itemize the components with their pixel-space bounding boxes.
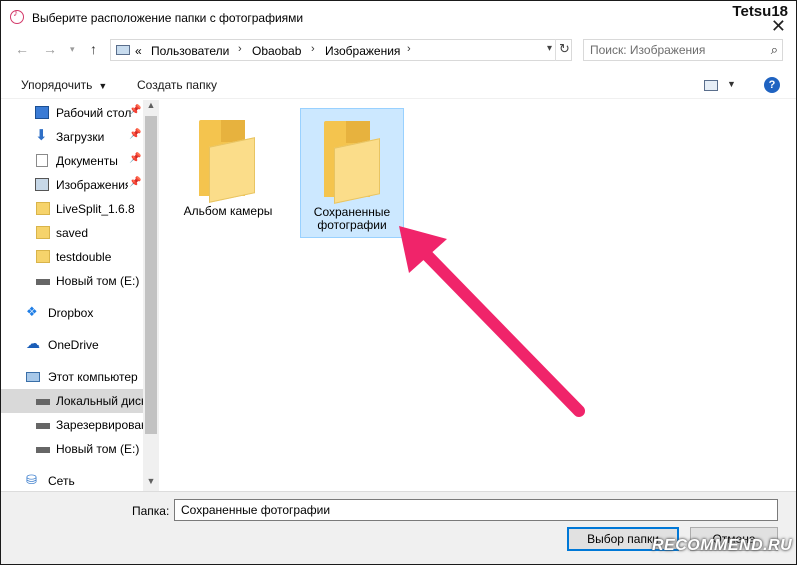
sidebar-item-label: saved (56, 226, 89, 240)
sidebar-item-label: Новый том (E:) (56, 442, 140, 456)
scroll-up-icon[interactable]: ▲ (143, 100, 159, 114)
drive-icon (36, 447, 50, 453)
organize-button[interactable]: Упорядочить ▼ (21, 78, 107, 92)
sidebar-item-desktop[interactable]: Рабочий стол 📌 (1, 101, 143, 125)
drive-icon (36, 279, 50, 285)
pictures-icon (35, 178, 49, 191)
sidebar-item-onedrive[interactable]: ☁ OneDrive (1, 333, 143, 357)
pin-icon: 📌 (129, 129, 142, 140)
sidebar-item-label: Зарезервировано (56, 418, 143, 432)
drive-icon (36, 399, 50, 405)
sidebar-item-livesplit[interactable]: LiveSplit_1.6.8 (1, 197, 143, 221)
scrollbar-thumb[interactable] (145, 116, 157, 434)
computer-icon (26, 372, 40, 382)
sidebar-item-label: testdouble (56, 250, 112, 264)
sidebar-item-label: Этот компьютер (48, 370, 138, 384)
search-box[interactable]: ⌕ (583, 39, 783, 61)
up-arrow-icon[interactable]: ↑ (90, 41, 97, 57)
folder-icon (36, 202, 50, 215)
network-icon: ⛁ (26, 472, 37, 487)
chevron-right-icon[interactable]: › (407, 43, 411, 55)
sidebar-item-label: Сеть (48, 474, 75, 488)
forward-arrow-icon[interactable]: → (43, 41, 57, 57)
window-title: Выберите расположение папки с фотография… (32, 11, 304, 25)
back-arrow-icon[interactable]: ← (15, 41, 29, 57)
sidebar-item-label: OneDrive (48, 338, 99, 352)
sidebar-item-network[interactable]: ⛁ Сеть (1, 469, 143, 493)
sidebar-item-pictures[interactable]: Изображения 📌 (1, 173, 143, 197)
chevron-right-icon[interactable]: › (311, 43, 315, 55)
navigation-pane: Рабочий стол 📌 ⬇ Загрузки 📌 Документы 📌 … (1, 100, 159, 491)
sidebar-item-volume-e-2[interactable]: Новый том (E:) (1, 437, 143, 461)
documents-icon (36, 154, 48, 167)
folder-item-label: Сохраненные фотографии (313, 205, 391, 232)
folder-icon (324, 121, 380, 204)
sidebar-item-label: Dropbox (48, 306, 94, 320)
sidebar-item-reserved[interactable]: Зарезервировано (1, 413, 143, 437)
folder-icon (36, 250, 50, 263)
address-row: ← → ▾ ↑ « Пользователи › Obaobab › Изобр… (1, 37, 796, 65)
sidebar-item-label: Рабочий стол (56, 106, 132, 120)
help-icon[interactable]: ? (764, 77, 780, 93)
pin-icon: 📌 (129, 153, 142, 164)
folder-picker-dialog: Выберите расположение папки с фотография… (0, 0, 797, 565)
sidebar-item-label: Локальный диск (56, 394, 143, 408)
chevron-down-icon[interactable]: ▾ (547, 43, 552, 54)
download-icon: ⬇ (35, 127, 48, 144)
computer-icon (116, 45, 130, 55)
command-bar: Упорядочить ▼ Создать папку ▼ ? (1, 71, 796, 99)
sidebar-item-testdouble[interactable]: testdouble (1, 245, 143, 269)
view-options-icon[interactable] (704, 80, 718, 91)
chevron-right-icon[interactable]: › (238, 43, 242, 55)
onedrive-icon: ☁ (26, 335, 40, 351)
sidebar-item-label: Загрузки (56, 130, 105, 144)
drive-icon (36, 423, 50, 429)
breadcrumb-pictures[interactable]: Изображения (325, 44, 400, 58)
sidebar-item-this-pc[interactable]: Этот компьютер (1, 365, 143, 389)
sidebar-scrollbar[interactable]: ▲ ▼ (143, 100, 159, 491)
search-icon[interactable]: ⌕ (771, 42, 778, 58)
recent-dropdown-icon[interactable]: ▾ (70, 44, 75, 55)
sidebar-item-label: LiveSplit_1.6.8 (56, 202, 135, 216)
breadcrumb-obaobab[interactable]: Obaobab (252, 44, 301, 58)
breadcrumb-users[interactable]: Пользователи (151, 44, 229, 58)
refresh-icon[interactable]: ↻ (555, 39, 573, 61)
recommend-watermark: RECOMMEND.RU (652, 537, 793, 554)
search-input[interactable] (590, 43, 760, 57)
title-bar: Выберите расположение папки с фотография… (1, 1, 796, 35)
folder-item-saved-pictures[interactable]: Сохраненные фотографии (300, 108, 404, 238)
sidebar-item-local-disk[interactable]: Локальный диск (1, 389, 143, 413)
folder-name-input[interactable] (174, 499, 778, 521)
folder-icon (199, 120, 255, 203)
pin-icon: 📌 (129, 105, 142, 116)
sidebar-item-documents[interactable]: Документы 📌 (1, 149, 143, 173)
address-bar[interactable]: « Пользователи › Obaobab › Изображения ›… (110, 39, 572, 61)
sidebar-item-downloads[interactable]: ⬇ Загрузки 📌 (1, 125, 143, 149)
sidebar-item-volume-e[interactable]: Новый том (E:) (1, 269, 143, 293)
itunes-icon (10, 8, 24, 24)
close-icon[interactable]: ✕ (771, 17, 786, 35)
sidebar-item-saved[interactable]: saved (1, 221, 143, 245)
breadcrumb-overflow[interactable]: « (135, 44, 142, 58)
organize-label: Упорядочить (21, 78, 93, 92)
new-folder-button[interactable]: Создать папку (137, 78, 217, 92)
pin-icon: 📌 (129, 177, 142, 188)
sidebar-item-label: Новый том (E:) (56, 274, 140, 288)
chevron-down-icon: ▼ (98, 81, 108, 91)
desktop-icon (35, 106, 49, 119)
sidebar-item-dropbox[interactable]: ❖ Dropbox (1, 301, 143, 325)
folder-item-camera-roll[interactable]: Альбом камеры (176, 108, 280, 238)
dropbox-icon: ❖ (26, 304, 38, 319)
folder-view: Альбом камеры Сохраненные фотографии (160, 100, 796, 491)
chevron-down-icon[interactable]: ▼ (727, 79, 736, 89)
folder-item-label: Альбом камеры (183, 204, 273, 218)
folder-field-label: Папка: (132, 504, 170, 518)
sidebar-item-label: Документы (56, 154, 118, 168)
scroll-down-icon[interactable]: ▼ (143, 476, 159, 490)
sidebar-item-label: Изображения (56, 178, 128, 192)
folder-icon (36, 226, 50, 239)
